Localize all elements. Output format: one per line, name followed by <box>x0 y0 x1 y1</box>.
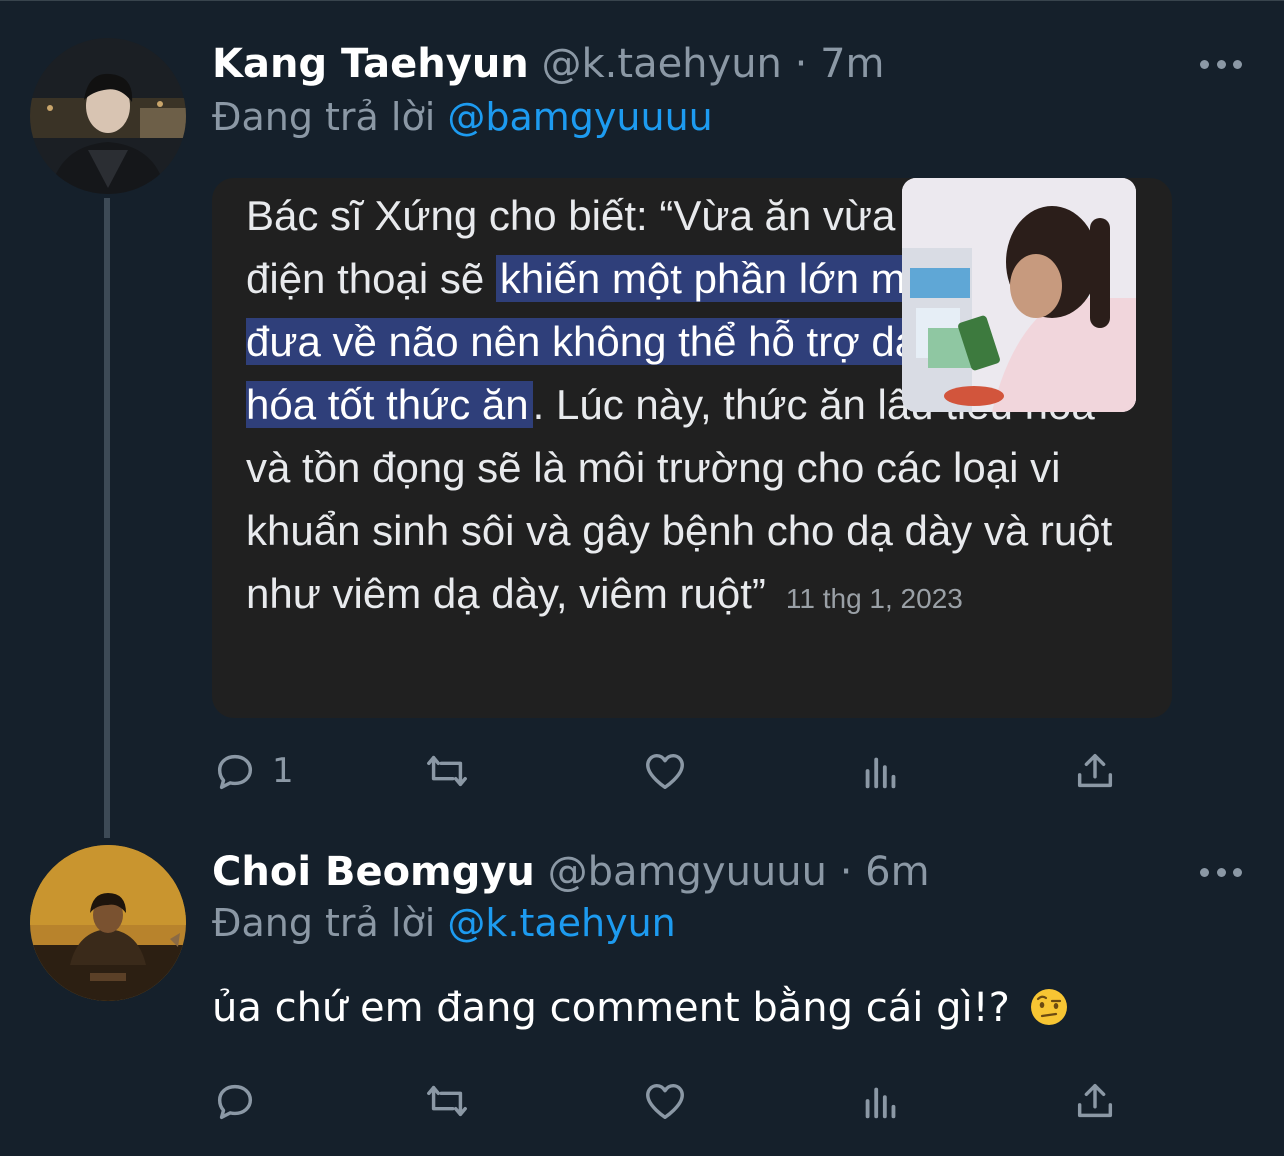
article-photo <box>902 178 1136 412</box>
retweet-icon <box>427 755 467 787</box>
tweet-body: ủa chứ em đang comment bằng cái gì!? <box>212 980 1069 1036</box>
reply-icon <box>217 754 253 790</box>
quote-date: 11 thg 1, 2023 <box>785 583 963 614</box>
analytics-icon <box>865 1087 896 1119</box>
reply-count: 1 <box>272 751 294 791</box>
timestamp[interactable]: 7m <box>820 41 884 87</box>
tweet-header: Choi Beomgyu @bamgyuuuu · 6m <box>212 848 930 896</box>
replying-to: Đang trả lời @k.taehyun <box>212 900 676 946</box>
heart-icon <box>646 753 684 790</box>
analytics-button[interactable] <box>858 746 904 796</box>
more-options-icon[interactable] <box>1200 868 1242 880</box>
replying-prefix: Đang trả lời <box>212 95 436 139</box>
replying-prefix: Đang trả lời <box>212 901 436 945</box>
display-name[interactable]: Choi Beomgyu <box>212 849 535 895</box>
analytics-button[interactable] <box>858 1076 904 1126</box>
heart-icon <box>646 1083 684 1120</box>
share-button[interactable] <box>1072 746 1118 796</box>
analytics-icon <box>865 757 896 789</box>
separator-dot: · <box>794 41 808 87</box>
reply-button[interactable]: 1 <box>212 746 294 796</box>
display-name[interactable]: Kang Taehyun <box>212 41 529 87</box>
share-icon <box>1077 753 1113 788</box>
timestamp[interactable]: 6m <box>865 849 929 895</box>
tweet-kang-taehyun[interactable]: Kang Taehyun @k.taehyun · 7m Đang trả lờ… <box>0 0 1284 840</box>
more-options-icon[interactable] <box>1200 60 1242 72</box>
share-icon <box>1077 1083 1113 1118</box>
retweet-button[interactable] <box>424 746 470 796</box>
user-handle[interactable]: @k.taehyun <box>542 41 782 87</box>
attached-screenshot[interactable]: Bác sĩ Xứng cho biết: “Vừa ăn vừa sử dụn… <box>212 178 1172 718</box>
face-with-raised-eyebrow-icon <box>1030 989 1067 1025</box>
retweet-icon <box>427 1085 467 1117</box>
retweet-button[interactable] <box>424 1076 470 1126</box>
tweet-actions: 1 <box>212 746 1132 796</box>
like-button[interactable] <box>642 746 688 796</box>
tweet-text: ủa chứ em đang comment bằng cái gì!? <box>212 985 1010 1031</box>
separator-dot: · <box>839 849 853 895</box>
like-button[interactable] <box>642 1076 688 1126</box>
avatar[interactable] <box>30 845 186 1001</box>
reply-icon <box>217 1084 253 1120</box>
mention-link[interactable]: @bamgyuuuu <box>447 95 712 139</box>
share-button[interactable] <box>1072 1076 1118 1126</box>
replying-to: Đang trả lời @bamgyuuuu <box>212 94 713 140</box>
tweet-actions <box>212 1076 1132 1126</box>
mention-link[interactable]: @k.taehyun <box>447 901 675 945</box>
reply-button[interactable] <box>212 1076 258 1126</box>
avatar[interactable] <box>30 38 186 194</box>
user-handle[interactable]: @bamgyuuuu <box>548 849 827 895</box>
tweet-header: Kang Taehyun @k.taehyun · 7m <box>212 40 885 88</box>
